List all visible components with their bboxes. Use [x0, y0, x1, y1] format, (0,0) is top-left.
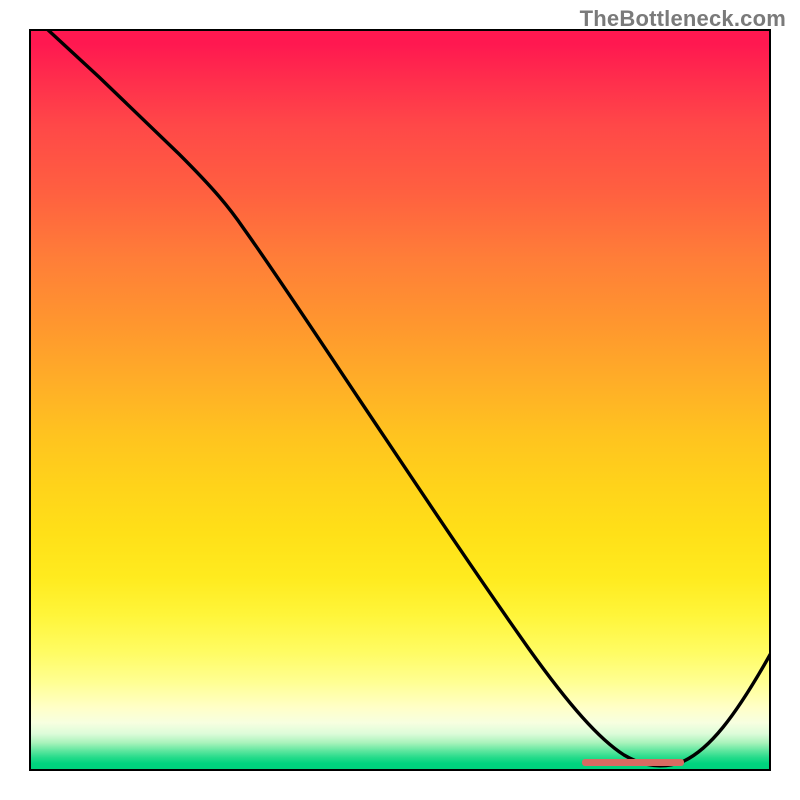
chart-plot-area	[29, 29, 771, 771]
optimal-range-marker	[582, 759, 684, 766]
chart-curve	[29, 29, 771, 771]
watermark-text: TheBottleneck.com	[580, 6, 786, 32]
